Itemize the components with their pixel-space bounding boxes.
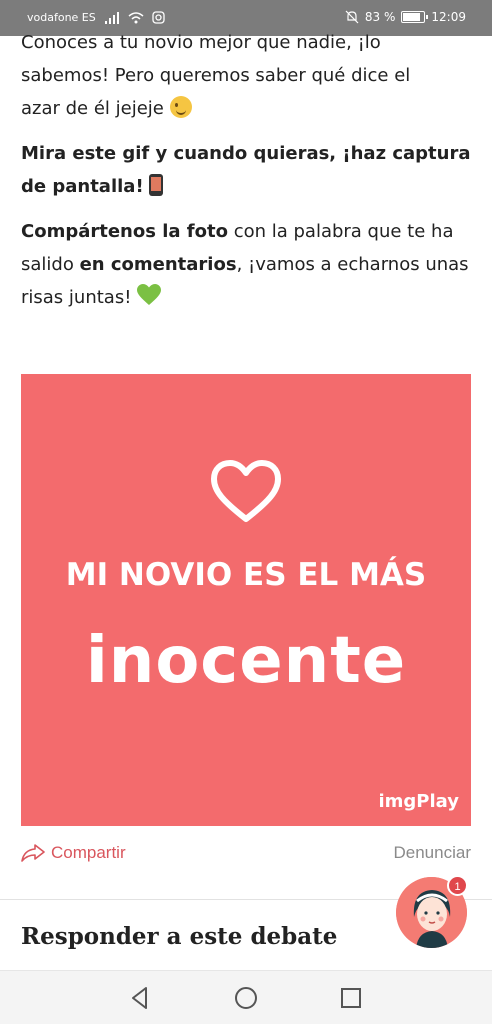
article-text: sabemos! Pero queremos saber qué dice el [21, 65, 411, 86]
notification-badge: 1 [447, 875, 468, 896]
article-text: azar de él jejeje [21, 98, 164, 119]
carrier-name: vodafone ES [27, 11, 96, 24]
report-button[interactable]: Denunciar [394, 843, 472, 863]
back-nav-icon[interactable] [127, 985, 153, 1011]
share-icon [21, 844, 45, 862]
article-text: Conoces a tu novio mejor que nadie, ¡lo [21, 32, 381, 53]
phone-emoji-icon [149, 174, 164, 196]
article-bold-text: en comentarios [79, 254, 237, 275]
instagram-icon [152, 11, 165, 24]
article-paragraph-2: Mira este gif y cuando quieras, ¡haz cap… [21, 137, 471, 203]
battery-icon [401, 11, 429, 23]
reply-section-title: Responder a este debate [21, 923, 338, 950]
article-bold-text: Compártenos la foto [21, 221, 228, 242]
signal-icon [104, 11, 119, 24]
share-button[interactable]: Compartir [21, 843, 126, 863]
battery-percent: 83 % [364, 10, 396, 24]
article-body: Conoces a tu novio mejor que nadie, ¡lo … [21, 26, 471, 326]
android-nav-bar [0, 970, 492, 1024]
clock: 12:09 [431, 10, 466, 24]
article-paragraph-1: Conoces a tu novio mejor que nadie, ¡lo … [21, 26, 471, 125]
imgplay-watermark: imgPlay [378, 791, 460, 812]
wifi-icon [128, 11, 144, 23]
article-paragraph-3: Compártenos la foto con la palabra que t… [21, 215, 471, 314]
green-heart-emoji-icon [137, 284, 162, 305]
gif-caption-word: inocente [85, 624, 407, 698]
mute-bell-icon [345, 10, 359, 24]
recents-nav-icon[interactable] [338, 985, 364, 1011]
gif-caption-top: MI NOVIO ES EL MÁS [65, 557, 427, 593]
wink-emoji-icon [169, 96, 192, 118]
home-nav-icon[interactable] [233, 985, 259, 1011]
share-label: Compartir [51, 843, 126, 862]
heart-outline-icon [211, 460, 281, 522]
article-bold-text: Mira este gif y cuando quieras, ¡haz cap… [21, 143, 471, 197]
gif-image[interactable]: MI NOVIO ES EL MÁS inocente imgPlay [21, 374, 471, 826]
